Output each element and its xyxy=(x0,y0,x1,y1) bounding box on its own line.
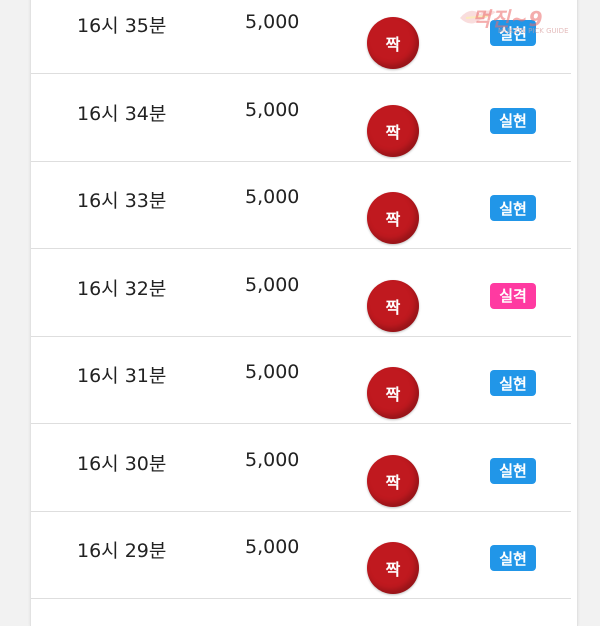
table-row: 16시 29분 5,000 짝 실현 xyxy=(31,511,571,599)
watermark-logo: 먹진~9 MUKZIN PICK GUIDE xyxy=(458,2,594,38)
row-time: 16시 29분 xyxy=(77,540,167,562)
result-badge: 실현 xyxy=(490,370,536,396)
table-row: 16시 32분 5,000 짝 실격 xyxy=(31,249,571,337)
result-badge: 실현 xyxy=(490,195,536,221)
row-time: 16시 32분 xyxy=(77,277,167,300)
pick-ball: 짝 xyxy=(367,104,419,157)
table-row: 16시 31분 5,000 짝 실현 xyxy=(31,336,571,424)
result-badge: 실현 xyxy=(490,545,536,571)
pick-ball: 짝 xyxy=(367,279,419,332)
row-time: 16시 33분 xyxy=(77,190,167,212)
row-time: 16시 34분 xyxy=(77,102,167,125)
pick-ball: 짝 xyxy=(367,367,419,419)
pick-ball: 짝 xyxy=(367,454,419,507)
result-badge: 실현 xyxy=(490,457,536,484)
row-time: 16시 30분 xyxy=(77,452,167,475)
row-amount: 5,000 xyxy=(245,11,300,33)
row-time: 16시 35분 xyxy=(77,15,167,37)
row-amount: 5,000 xyxy=(245,98,300,121)
row-amount: 5,000 xyxy=(245,186,300,208)
table-row: 16시 34분 5,000 짝 실현 xyxy=(31,74,571,162)
row-amount: 5,000 xyxy=(245,361,300,383)
watermark-subtext: MUKZIN PICK GUIDE xyxy=(498,27,569,35)
pick-ball: 짝 xyxy=(367,17,419,69)
table-row: 16시 30분 5,000 짝 실현 xyxy=(31,424,571,512)
row-amount: 5,000 xyxy=(245,273,300,296)
result-badge: 실현 xyxy=(490,107,536,134)
row-time: 16시 31분 xyxy=(77,365,167,387)
table-row: 16시 33분 5,000 짝 실현 xyxy=(31,161,571,249)
pick-ball: 짝 xyxy=(367,192,419,244)
bet-history-panel: 16시 35분 5,000 짝 실현 16시 34분 5,000 짝 실현 16시 33분 5,0… xyxy=(30,0,578,626)
row-amount: 5,000 xyxy=(245,536,300,558)
result-badge: 실격 xyxy=(490,282,536,309)
pick-ball: 짝 xyxy=(367,542,419,594)
row-amount: 5,000 xyxy=(245,448,300,471)
